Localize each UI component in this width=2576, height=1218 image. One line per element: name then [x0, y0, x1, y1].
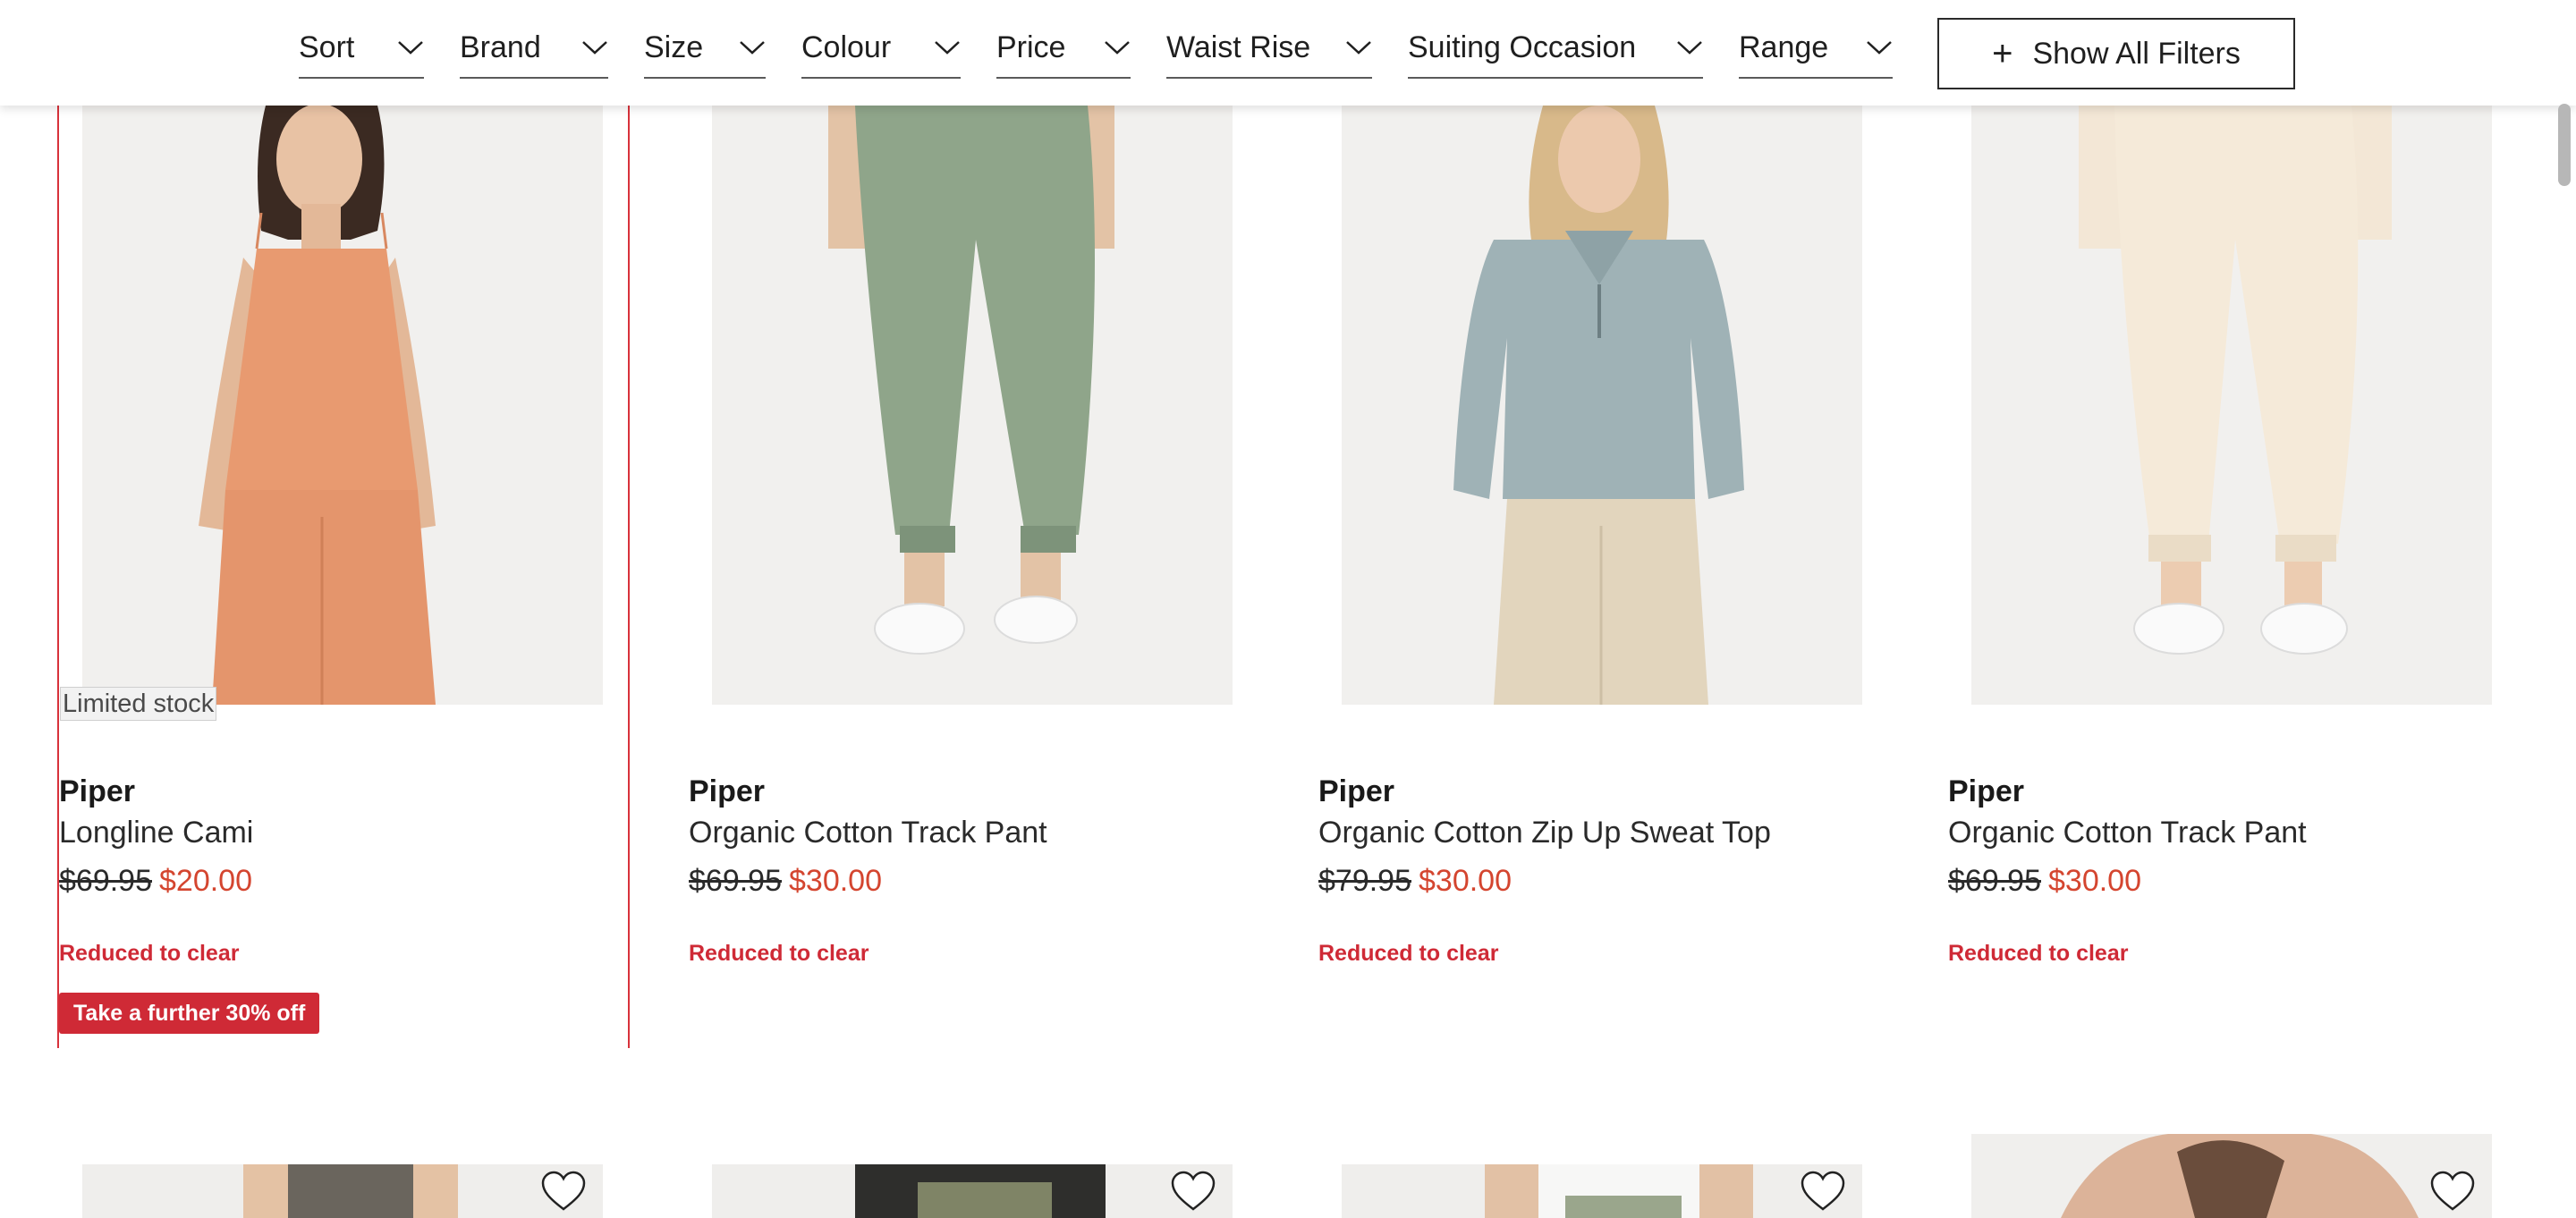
product-card[interactable]: Piper Organic Cotton Zip Up Sweat Top $7…: [1317, 0, 1907, 1048]
sale-price: $30.00: [1419, 864, 1512, 898]
selection-border-left: [57, 106, 59, 1048]
product-name[interactable]: Organic Cotton Track Pant: [689, 816, 1047, 850]
product-brand: Piper: [1318, 774, 1395, 808]
promo-text: Reduced to clear: [689, 941, 869, 966]
show-all-filters-label: Show All Filters: [2032, 36, 2241, 71]
promo-text: Reduced to clear: [1318, 941, 1499, 966]
filter-sort[interactable]: Sort: [299, 18, 424, 79]
wishlist-button[interactable]: [2423, 1170, 2482, 1218]
product-brand: Piper: [1948, 774, 2025, 808]
product-image[interactable]: [1971, 1134, 2492, 1218]
wishlist-button[interactable]: [1793, 1170, 1852, 1218]
heart-icon: [2430, 1171, 2475, 1211]
chevron-down-icon: [1677, 41, 1702, 55]
sale-price: $20.00: [159, 864, 252, 898]
show-all-filters-button[interactable]: + Show All Filters: [1937, 18, 2295, 89]
filter-label: Sort: [299, 30, 355, 64]
product-image[interactable]: [1971, 106, 2492, 705]
was-price: $69.95: [59, 864, 152, 898]
chevron-down-icon: [1867, 41, 1892, 55]
limited-stock-label: Limited stock: [60, 687, 217, 721]
sale-price: $30.00: [789, 864, 882, 898]
chevron-down-icon: [398, 41, 423, 55]
product-image[interactable]: [1342, 1164, 1862, 1218]
product-photo-row2-2: [712, 1164, 1233, 1218]
product-name[interactable]: Longline Cami: [59, 816, 253, 850]
filter-brand[interactable]: Brand: [460, 18, 608, 79]
product-card[interactable]: Piper Organic Cotton Track Pant $69.95 $3…: [687, 0, 1277, 1048]
plus-icon: +: [1992, 34, 2013, 73]
filter-label: Size: [644, 30, 704, 64]
product-price: $79.95 $30.00: [1318, 864, 1512, 899]
product-image[interactable]: [712, 106, 1233, 705]
product-name[interactable]: Organic Cotton Track Pant: [1948, 816, 2307, 850]
filter-waist-rise[interactable]: Waist Rise: [1166, 18, 1372, 79]
product-photo-green-track-pant: [712, 106, 1233, 705]
chevron-down-icon: [1105, 41, 1130, 55]
was-price: $69.95: [1948, 864, 2041, 898]
filter-label: Colour: [801, 30, 892, 64]
product-image[interactable]: [82, 106, 603, 705]
wishlist-button[interactable]: [1164, 1170, 1223, 1218]
product-price: $69.95 $30.00: [689, 864, 882, 899]
chevron-down-icon: [935, 41, 960, 55]
heart-icon: [541, 1171, 586, 1211]
filter-bar: Sort Brand Size Colour Price Waist Rise …: [0, 0, 2576, 106]
was-price: $79.95: [1318, 864, 1411, 898]
product-card[interactable]: Piper Organic Cotton Track Pant $69.95 $3…: [1946, 0, 2537, 1048]
product-image[interactable]: [712, 1164, 1233, 1218]
was-price: $69.95: [689, 864, 782, 898]
filter-label: Waist Rise: [1166, 30, 1311, 64]
product-brand: Piper: [689, 774, 766, 808]
filter-size[interactable]: Size: [644, 18, 766, 79]
promo-text: Reduced to clear: [59, 941, 240, 966]
product-photo-cami: [82, 106, 603, 705]
product-photo-cream-track-pant: [1971, 106, 2492, 705]
chevron-down-icon: [1346, 41, 1371, 55]
filter-price[interactable]: Price: [996, 18, 1131, 79]
chevron-down-icon: [582, 41, 607, 55]
product-photo-row2-3: [1342, 1164, 1862, 1218]
heart-icon: [1171, 1171, 1216, 1211]
filter-suiting-occasion[interactable]: Suiting Occasion: [1408, 18, 1703, 79]
filter-range[interactable]: Range: [1739, 18, 1893, 79]
filter-colour[interactable]: Colour: [801, 18, 961, 79]
wishlist-button[interactable]: [534, 1170, 593, 1218]
filter-label: Range: [1739, 30, 1829, 64]
product-price: $69.95 $20.00: [59, 864, 252, 899]
product-brand: Piper: [59, 774, 136, 808]
scrollbar-thumb[interactable]: [2558, 104, 2571, 186]
heart-icon: [1801, 1171, 1845, 1211]
product-photo-row2-4: [1971, 1134, 2492, 1218]
sale-price: $30.00: [2048, 864, 2141, 898]
product-card[interactable]: Limited stock Piper Longline Cami $69.95…: [57, 0, 648, 1048]
promo-text: Reduced to clear: [1948, 941, 2129, 966]
filter-label: Suiting Occasion: [1408, 30, 1637, 64]
selection-border-right: [628, 106, 630, 1048]
product-image[interactable]: [82, 1164, 603, 1218]
filter-label: Price: [996, 30, 1066, 64]
chevron-down-icon: [740, 41, 765, 55]
product-image[interactable]: [1342, 106, 1862, 705]
product-price: $69.95 $30.00: [1948, 864, 2141, 899]
offer-badge: Take a further 30% off: [59, 993, 320, 1034]
product-name[interactable]: Organic Cotton Zip Up Sweat Top: [1318, 816, 1771, 850]
filter-label: Brand: [460, 30, 541, 64]
product-photo-zip-sweat-top: [1342, 106, 1862, 705]
product-photo-row2-1: [82, 1164, 603, 1218]
